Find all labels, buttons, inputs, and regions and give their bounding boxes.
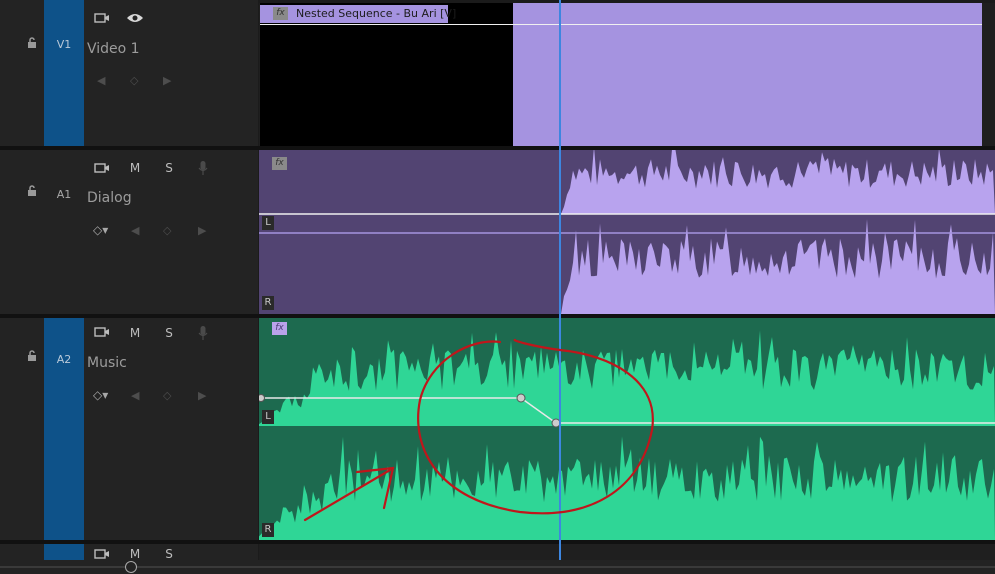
zoom-handle-icon[interactable] (125, 561, 137, 573)
timeline-zoom-scrollbar[interactable] (0, 560, 995, 574)
scrollbar-track (0, 566, 995, 568)
annotation-circle-and-arrow (303, 338, 654, 522)
